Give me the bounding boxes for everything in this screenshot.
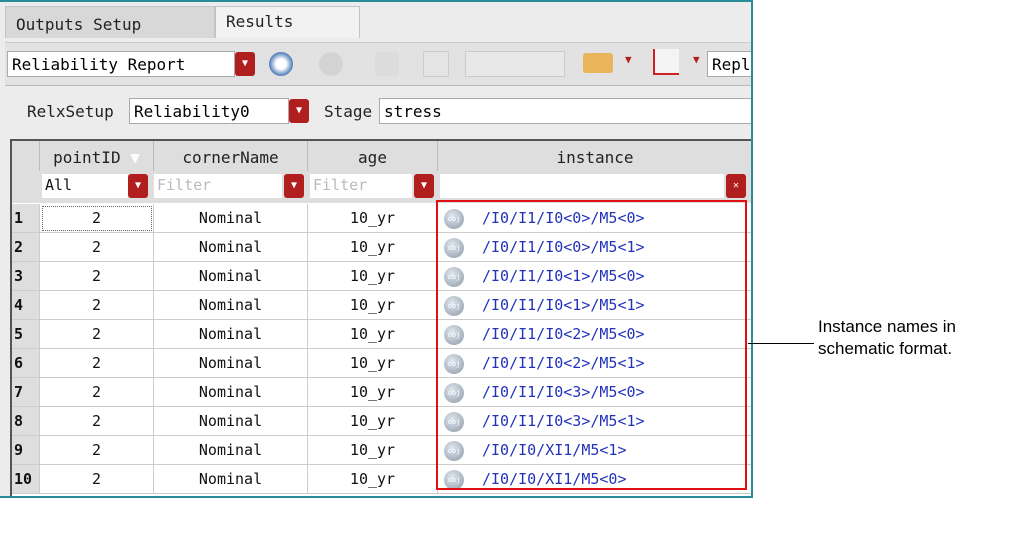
age-filter-dropdown[interactable]: ▼ <box>414 174 434 198</box>
column-header-age[interactable]: age <box>308 141 438 171</box>
row-number: 1 <box>12 204 40 233</box>
settings-icon[interactable] <box>375 52 399 76</box>
age-cell[interactable]: 10_yr <box>308 436 438 465</box>
sort-icon: ▼ <box>130 148 140 167</box>
cornername-filter-dropdown[interactable]: ▼ <box>284 174 304 198</box>
row-number: 6 <box>12 349 40 378</box>
pointid-cell[interactable]: 2 <box>40 465 154 494</box>
row-number: 3 <box>12 262 40 291</box>
column-header-instance[interactable]: instance <box>438 141 751 171</box>
age-cell[interactable]: 10_yr <box>308 378 438 407</box>
relx-setup-label: RelxSetup <box>27 102 114 121</box>
pointid-cell[interactable]: 2 <box>40 436 154 465</box>
age-cell[interactable]: 10_yr <box>308 291 438 320</box>
annotation-line-2: schematic format. <box>818 339 953 358</box>
age-filter[interactable]: Filter <box>310 174 412 198</box>
report-select[interactable]: Reliability Report <box>7 51 235 77</box>
pointid-cell[interactable]: 2 <box>40 407 154 436</box>
cornername-cell[interactable]: Nominal <box>154 349 308 378</box>
graph-dropdown-icon[interactable]: ▼ <box>693 53 700 66</box>
relx-setup-dropdown[interactable]: ▼ <box>289 99 309 123</box>
tab-outputs-setup[interactable]: Outputs Setup <box>5 6 215 38</box>
cornername-filter[interactable]: Filter <box>154 174 282 198</box>
relx-setup-bar: RelxSetup Reliability0 ▼ Stage stress <box>5 90 751 132</box>
row-number: 4 <box>12 291 40 320</box>
pointid-filter-dropdown[interactable]: ▼ <box>128 174 148 198</box>
pointid-cell[interactable]: 2 <box>40 320 154 349</box>
row-number: 2 <box>12 233 40 262</box>
pointid-filter[interactable]: All <box>42 174 128 198</box>
age-cell[interactable]: 10_yr <box>308 233 438 262</box>
pointid-cell[interactable]: 2 <box>40 204 154 233</box>
age-cell[interactable]: 10_yr <box>308 204 438 233</box>
tab-bar: Outputs Setup Results <box>5 6 360 38</box>
age-cell[interactable]: 10_yr <box>308 349 438 378</box>
row-number: 9 <box>12 436 40 465</box>
forward-icon[interactable] <box>319 52 343 76</box>
tab-results[interactable]: Results <box>215 6 360 38</box>
cornername-cell[interactable]: Nominal <box>154 407 308 436</box>
disabled-select[interactable] <box>465 51 565 77</box>
plot-dropdown-icon[interactable]: ▼ <box>625 53 632 66</box>
row-number: 10 <box>12 465 40 494</box>
row-number: 5 <box>12 320 40 349</box>
pointid-cell[interactable]: 2 <box>40 233 154 262</box>
cornername-cell[interactable]: Nominal <box>154 233 308 262</box>
relx-setup-select[interactable]: Reliability0 <box>129 98 289 124</box>
replace-select[interactable]: Repl <box>707 51 751 77</box>
row-number: 8 <box>12 407 40 436</box>
pointid-cell[interactable]: 2 <box>40 291 154 320</box>
toolbar: Reliability Report ▼ ▼ ▼ Repl <box>5 42 751 86</box>
cornername-cell[interactable]: Nominal <box>154 204 308 233</box>
instance-highlight-box <box>436 200 747 490</box>
pointid-cell[interactable]: 2 <box>40 349 154 378</box>
age-cell[interactable]: 10_yr <box>308 320 438 349</box>
pointid-label: pointID <box>53 148 121 167</box>
report-dropdown-button[interactable]: ▼ <box>235 52 255 76</box>
pointid-cell[interactable]: 2 <box>40 378 154 407</box>
square-icon[interactable] <box>423 51 449 77</box>
cornername-cell[interactable]: Nominal <box>154 465 308 494</box>
back-icon[interactable] <box>269 52 293 76</box>
column-header-pointid[interactable]: pointID ▼ <box>40 141 154 171</box>
column-header-cornername[interactable]: cornerName <box>154 141 308 171</box>
instance-filter[interactable] <box>440 174 724 198</box>
cornername-cell[interactable]: Nominal <box>154 378 308 407</box>
annotation-text: Instance names in schematic format. <box>818 316 956 360</box>
cornername-cell[interactable]: Nominal <box>154 262 308 291</box>
graph-icon[interactable] <box>653 49 679 75</box>
age-cell[interactable]: 10_yr <box>308 407 438 436</box>
clear-filter-icon[interactable]: ✕ <box>726 174 746 198</box>
annotation-line-1: Instance names in <box>818 317 956 336</box>
age-cell[interactable]: 10_yr <box>308 465 438 494</box>
cornername-cell[interactable]: Nominal <box>154 291 308 320</box>
plot-icon[interactable] <box>583 53 613 73</box>
stage-label: Stage <box>324 102 373 121</box>
annotation-leader-line <box>748 343 814 344</box>
row-number: 7 <box>12 378 40 407</box>
age-cell[interactable]: 10_yr <box>308 262 438 291</box>
stage-input[interactable]: stress <box>379 98 751 124</box>
pointid-cell[interactable]: 2 <box>40 262 154 291</box>
filter-row: All ▼ Filter ▼ Filter ▼ ✕ <box>12 171 751 203</box>
row-number-header <box>12 141 40 171</box>
cornername-cell[interactable]: Nominal <box>154 320 308 349</box>
cornername-cell[interactable]: Nominal <box>154 436 308 465</box>
